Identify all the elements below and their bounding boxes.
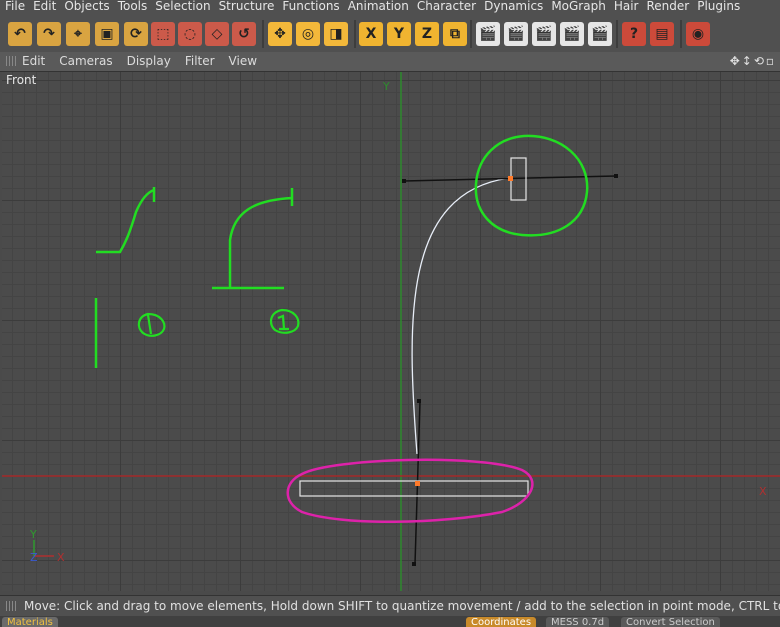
menu-file[interactable]: File xyxy=(5,0,25,13)
menu-character[interactable]: Character xyxy=(417,0,476,13)
y-axis-label: Y xyxy=(382,80,390,93)
front-viewport[interactable]: Front Y X Y X Z xyxy=(2,72,780,591)
tab-coordinates[interactable]: Coordinates xyxy=(466,617,537,627)
annotation-circle-top xyxy=(474,134,589,237)
tangent-point xyxy=(417,399,421,403)
gizmo-z-label: Z xyxy=(30,551,38,564)
render-picture-viewer-icon[interactable]: 🎬 xyxy=(532,22,556,46)
menu-dynamics[interactable]: Dynamics xyxy=(484,0,543,13)
coordinate-system-icon[interactable]: ⧉ xyxy=(443,22,467,46)
menu-mograph[interactable]: MoGraph xyxy=(551,0,606,13)
spline-curve xyxy=(411,177,511,455)
gizmo-y-label: Y xyxy=(29,528,37,541)
render-queue-icon[interactable]: 🎬 xyxy=(588,22,612,46)
bottom-tabs: Materials Coordinates MESS 0.7d Convert … xyxy=(0,616,780,627)
viewport-menu-filter[interactable]: Filter xyxy=(185,54,215,68)
main-toolbar: ↶ ↷ ⌖ ▣ ⟳ ⬚ ◌ ◇ ↺ ✥ ◎ ◨ X Y Z ⧉ 🎬 🎬 🎬 🎬 🎬? ▤ ◉ xyxy=(0,14,780,53)
spline-point-top xyxy=(508,176,513,181)
rotate-icon[interactable]: ⟳ xyxy=(124,22,148,46)
tab-mess[interactable]: MESS 0.7d xyxy=(546,617,610,627)
status-text: Move: Click and drag to move elements, H… xyxy=(24,599,780,613)
render-view-icon[interactable]: 🎬 xyxy=(476,22,500,46)
menu-hair[interactable]: Hair xyxy=(614,0,639,13)
material-icon[interactable]: ◉ xyxy=(686,22,710,46)
tab-materials[interactable]: Materials xyxy=(2,617,58,627)
status-bar: Move: Click and drag to move elements, H… xyxy=(0,595,780,616)
menu-bar: File Edit Objects Tools Selection Structure Fu… xyxy=(0,0,780,14)
viewport-menu-view[interactable]: View xyxy=(229,54,257,68)
undo-icon[interactable]: ↶ xyxy=(8,22,32,46)
viewport-menu-cameras[interactable]: Cameras xyxy=(59,54,112,68)
help-icon[interactable]: ? xyxy=(622,22,646,46)
rect-select-icon[interactable]: ⬚ xyxy=(151,22,175,46)
viewport-nav-icons[interactable]: ✥↕⟲▫ xyxy=(730,52,776,71)
annotation-number-0 xyxy=(137,312,166,337)
lasso-select-icon[interactable]: ◌ xyxy=(178,22,202,46)
menu-structure[interactable]: Structure xyxy=(219,0,275,13)
object-manager-icon[interactable]: ▤ xyxy=(650,22,674,46)
viewport-menu-edit[interactable]: Edit xyxy=(22,54,45,68)
render-settings-icon[interactable]: 🎬 xyxy=(560,22,584,46)
toolbar-separator xyxy=(616,20,618,48)
gizmo-x-label: X xyxy=(57,551,65,564)
menu-render[interactable]: Render xyxy=(646,0,689,13)
x-axis-icon[interactable]: X xyxy=(359,22,383,46)
menu-tools[interactable]: Tools xyxy=(118,0,148,13)
select-loop-icon[interactable]: ↺ xyxy=(232,22,256,46)
rotate-tool-icon[interactable]: ◎ xyxy=(296,22,320,46)
tangent-point xyxy=(412,562,416,566)
toolbar-separator xyxy=(470,20,472,48)
tab-convert-selection[interactable]: Convert Selection xyxy=(621,617,720,627)
y-axis-icon[interactable]: Y xyxy=(387,22,411,46)
menu-functions[interactable]: Functions xyxy=(282,0,339,13)
redo-icon[interactable]: ↷ xyxy=(37,22,61,46)
tangent-point xyxy=(614,174,618,178)
bottom-rectangle-object xyxy=(299,480,529,497)
viewport-menu-display[interactable]: Display xyxy=(127,54,171,68)
scale-icon[interactable]: ▣ xyxy=(95,22,119,46)
toolbar-separator xyxy=(354,20,356,48)
annotation-sketch-curve-1 xyxy=(94,187,156,368)
live-selection-icon[interactable]: ⌖ xyxy=(66,22,90,46)
annotation-number-1 xyxy=(269,308,300,334)
grip-handle[interactable] xyxy=(6,601,16,611)
annotation-ellipse-bottom xyxy=(286,458,534,524)
grip-handle[interactable] xyxy=(6,56,16,66)
move-icon[interactable]: ✥ xyxy=(268,22,292,46)
poly-select-icon[interactable]: ◇ xyxy=(205,22,229,46)
x-axis-label: X xyxy=(759,485,767,498)
menu-plugins[interactable]: Plugins xyxy=(697,0,740,13)
menu-objects[interactable]: Objects xyxy=(64,0,109,13)
viewport-menu-bar: Edit Cameras Display Filter View ✥↕⟲▫ xyxy=(0,52,780,72)
spline-point-bottom xyxy=(415,481,420,486)
render-region-icon[interactable]: 🎬 xyxy=(504,22,528,46)
z-axis-icon[interactable]: Z xyxy=(415,22,439,46)
scale-tool-icon[interactable]: ◨ xyxy=(324,22,348,46)
annotation-sketch-curve-2 xyxy=(212,188,294,290)
menu-selection[interactable]: Selection xyxy=(155,0,210,13)
toolbar-separator xyxy=(262,20,264,48)
tangent-point xyxy=(402,179,406,183)
menu-animation[interactable]: Animation xyxy=(348,0,409,13)
menu-edit[interactable]: Edit xyxy=(33,0,56,13)
toolbar-separator xyxy=(680,20,682,48)
viewport-scene[interactable]: Y X Y X Z xyxy=(2,72,780,591)
